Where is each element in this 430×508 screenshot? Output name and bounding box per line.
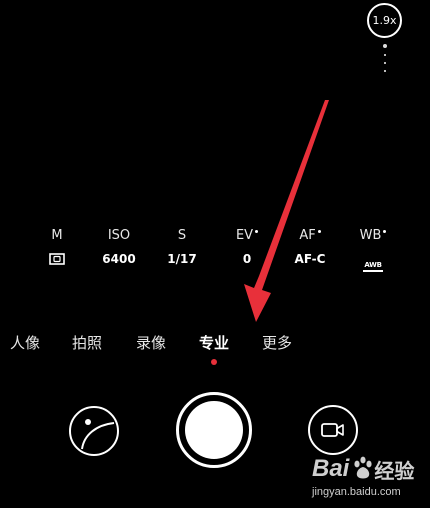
video-camera-icon xyxy=(321,423,344,437)
pro-parameters-bar: M ISO 6400 S 1/17 EV 0 AF AF-C WB AWB xyxy=(0,228,430,272)
baidu-jingyan-watermark: Bai 经验 jingyan.baidu.com xyxy=(308,448,426,506)
param-ev-indicator-dot xyxy=(255,230,259,233)
watermark-logo-jingyan: 经验 xyxy=(374,460,415,483)
param-autofocus[interactable]: AF AF-C xyxy=(278,228,342,267)
mode-selector: 人像 拍照 录像 专业 更多 xyxy=(0,330,430,356)
mode-more[interactable]: 更多 xyxy=(262,330,292,356)
zoom-level-label: 1.9x xyxy=(372,14,397,27)
param-ev-value: 0 xyxy=(242,252,252,266)
zoom-level-button[interactable]: 1.9x xyxy=(367,3,402,38)
zoom-slider-track[interactable] xyxy=(383,44,387,78)
active-mode-indicator xyxy=(211,359,217,365)
param-exposure[interactable]: EV 0 xyxy=(215,228,279,267)
metering-icon xyxy=(49,253,65,265)
watermark-url: jingyan.baidu.com xyxy=(312,486,401,498)
param-wb-indicator-dot xyxy=(383,230,387,233)
mode-portrait[interactable]: 人像 xyxy=(10,330,40,356)
param-metering-label: M xyxy=(51,228,63,243)
watermark-logo-bai: Bai xyxy=(312,455,350,482)
gallery-icon xyxy=(69,406,119,456)
shutter-button[interactable] xyxy=(176,392,252,468)
awb-icon: AWB xyxy=(363,261,383,272)
param-af-indicator-dot xyxy=(317,230,321,233)
param-white-balance[interactable]: WB AWB xyxy=(341,228,405,272)
param-shutter-value: 1/17 xyxy=(167,252,197,266)
shutter-inner-circle xyxy=(185,401,243,459)
param-af-label: AF xyxy=(299,228,316,243)
param-shutter-speed[interactable]: S 1/17 xyxy=(150,228,214,267)
param-af-value: AF-C xyxy=(294,252,326,266)
param-shutter-label: S xyxy=(177,228,187,243)
param-iso-label: ISO xyxy=(107,228,131,243)
mode-pro[interactable]: 专业 xyxy=(199,330,229,356)
mode-photo[interactable]: 拍照 xyxy=(72,330,102,356)
mode-video[interactable]: 录像 xyxy=(136,330,166,356)
param-iso[interactable]: ISO 6400 xyxy=(87,228,151,267)
param-iso-value: 6400 xyxy=(102,252,136,266)
param-wb-label: WB xyxy=(359,228,382,243)
baidu-paw-icon xyxy=(354,456,372,479)
param-ev-label: EV xyxy=(235,228,254,243)
gallery-thumbnail-button[interactable] xyxy=(68,405,120,457)
param-metering[interactable]: M xyxy=(25,228,89,266)
